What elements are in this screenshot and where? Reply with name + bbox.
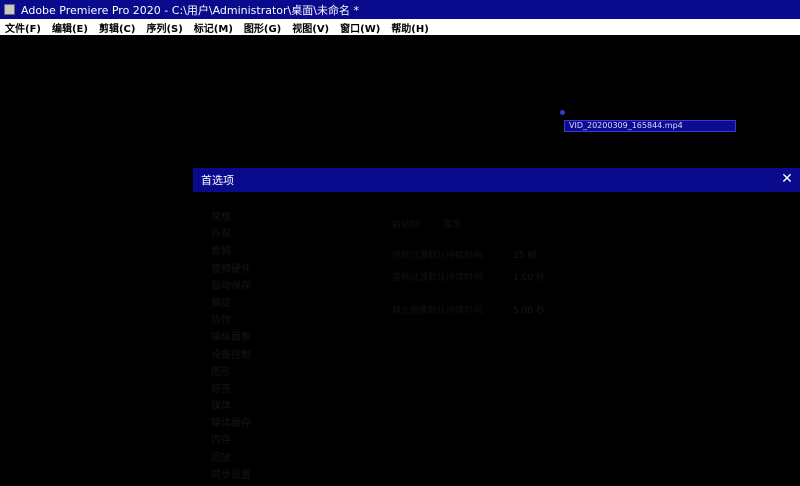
category-collaboration[interactable]: 协作 xyxy=(211,311,271,328)
category-playback[interactable]: 回放 xyxy=(211,449,271,466)
dialog-titlebar: 首选项 ✕ xyxy=(193,168,800,192)
menu-view[interactable]: 视图(V) xyxy=(287,20,335,35)
category-audio-hardware[interactable]: 音频硬件 xyxy=(211,260,271,277)
category-media-cache[interactable]: 媒体缓存 xyxy=(211,414,271,431)
window-titlebar: Adobe Premiere Pro 2020 - C:\用户\Administ… xyxy=(0,0,800,19)
video-transition-input[interactable]: 25 帧 xyxy=(513,248,536,261)
close-icon[interactable]: ✕ xyxy=(780,172,794,186)
preferences-dialog: 首选项 ✕ 常规 外观 音频 音频硬件 自动保存 捕捉 协作 操纵面板 设备控制… xyxy=(193,168,800,486)
category-sync-settings[interactable]: 同步设置 xyxy=(211,466,271,483)
menu-window[interactable]: 窗口(W) xyxy=(335,20,386,35)
category-media[interactable]: 媒体 xyxy=(211,397,271,414)
video-transition-label: 视频过渡默认持续时间: xyxy=(392,251,486,261)
menu-sequence[interactable]: 序列(S) xyxy=(141,20,188,35)
category-graphics[interactable]: 图形 xyxy=(211,363,271,380)
startup-select[interactable]: 显示 xyxy=(443,217,461,230)
window-title: Adobe Premiere Pro 2020 - C:\用户\Administ… xyxy=(21,3,359,17)
menu-edit[interactable]: 编辑(E) xyxy=(47,20,94,35)
audio-transition-input[interactable]: 1.00 秒 xyxy=(513,270,545,283)
still-image-input[interactable]: 5.00 秒 xyxy=(513,303,545,316)
preferences-category-list: 常规 外观 音频 音频硬件 自动保存 捕捉 协作 操纵面板 设备控制 图形 标签… xyxy=(211,208,271,483)
menu-graphics[interactable]: 图形(G) xyxy=(239,20,287,35)
project-panel: VID_20200309_165844.mp4 xyxy=(560,106,740,136)
audio-transition-label: 音频过渡默认持续时间: xyxy=(392,273,486,283)
category-appearance[interactable]: 外观 xyxy=(211,225,271,242)
category-audio[interactable]: 音频 xyxy=(211,242,271,259)
category-control-surface[interactable]: 操纵面板 xyxy=(211,328,271,345)
category-general[interactable]: 常规 xyxy=(211,208,271,225)
menu-file[interactable]: 文件(F) xyxy=(0,20,47,35)
premiere-app-icon[interactable] xyxy=(4,4,15,15)
panel-indicator-icon xyxy=(560,109,565,115)
menu-help[interactable]: 帮助(H) xyxy=(386,20,435,35)
category-labels[interactable]: 标签 xyxy=(211,380,271,397)
project-panel-header xyxy=(560,106,565,118)
project-file-item[interactable]: VID_20200309_165844.mp4 xyxy=(564,120,736,132)
category-auto-save[interactable]: 自动保存 xyxy=(211,277,271,294)
menu-clip[interactable]: 剪辑(C) xyxy=(94,20,141,35)
category-capture[interactable]: 捕捉 xyxy=(211,294,271,311)
menu-markers[interactable]: 标记(M) xyxy=(189,20,239,35)
menu-bar: 文件(F) 编辑(E) 剪辑(C) 序列(S) 标记(M) 图形(G) 视图(V… xyxy=(0,19,800,35)
startup-label: 启动时: xyxy=(392,220,423,230)
still-image-label: 静止图像默认持续时间: xyxy=(392,306,486,316)
dialog-title: 首选项 xyxy=(201,174,234,187)
category-memory[interactable]: 内存 xyxy=(211,431,271,448)
category-device-control[interactable]: 设备控制 xyxy=(211,346,271,363)
